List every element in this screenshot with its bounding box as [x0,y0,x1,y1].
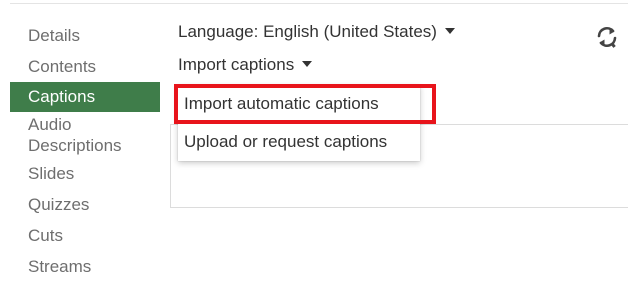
sidebar-nav: Details Contents Captions Audio Descript… [10,20,160,282]
sidebar-item-audio-descriptions[interactable]: Audio Descriptions [10,112,160,158]
menu-item-import-automatic-captions[interactable]: Import automatic captions [178,90,420,118]
import-captions-label: Import captions [178,55,295,74]
language-select[interactable]: Language: English (United States) [178,22,455,46]
refresh-icon[interactable] [594,24,620,50]
menu-item-upload-or-request-captions[interactable]: Upload or request captions [178,128,420,156]
refresh-icon-svg [597,27,617,48]
sidebar-item-cuts[interactable]: Cuts [10,220,160,251]
page: Details Contents Captions Audio Descript… [0,0,628,288]
sidebar-item-quizzes[interactable]: Quizzes [10,189,160,220]
sidebar-item-details[interactable]: Details [10,20,160,51]
captions-panel: Language: English (United States) Import… [170,0,628,288]
sidebar-item-captions[interactable]: Captions [10,82,160,112]
sidebar-item-streams[interactable]: Streams [10,251,160,282]
sidebar-item-contents[interactable]: Contents [10,51,160,82]
language-select-label: Language: English (United States) [178,22,437,41]
sidebar-item-slides[interactable]: Slides [10,158,160,189]
import-captions-menu: Import automatic captions Upload or requ… [174,84,436,161]
chevron-down-icon [444,27,455,34]
import-captions-select[interactable]: Import captions [178,55,313,79]
chevron-down-icon [302,60,313,67]
